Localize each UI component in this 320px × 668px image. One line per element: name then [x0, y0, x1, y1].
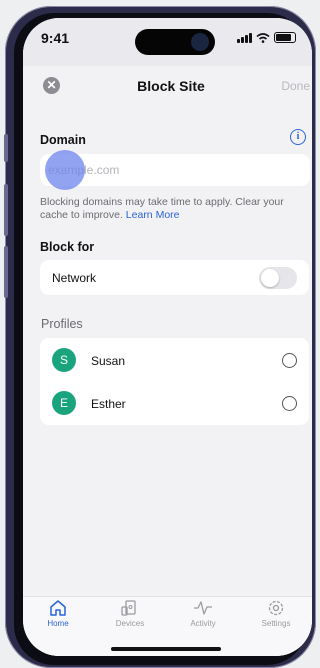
info-icon[interactable]: i — [290, 129, 306, 145]
dynamic-island — [135, 29, 215, 55]
status-icons — [237, 32, 296, 43]
activity-icon — [194, 601, 212, 615]
settings-icon — [268, 600, 284, 616]
network-row: Network — [40, 260, 309, 295]
tab-devices[interactable]: Devices — [100, 599, 160, 628]
profiles-list: S Susan E Esther — [40, 338, 309, 425]
status-bar: 9:41 — [23, 18, 312, 66]
phone-screen: 9:41 ✕ Block Site Done Domain i Blo — [23, 18, 312, 656]
profile-name: Susan — [91, 354, 126, 368]
tab-home[interactable]: Home — [28, 599, 88, 628]
volume-down-button — [4, 246, 8, 298]
home-indicator — [111, 647, 221, 651]
profile-radio[interactable] — [282, 396, 297, 411]
touch-indicator — [45, 150, 85, 190]
camera-icon — [191, 33, 209, 51]
tab-label: Home — [47, 619, 69, 628]
wifi-icon — [256, 33, 270, 43]
tab-label: Activity — [190, 619, 216, 628]
profile-name: Esther — [91, 397, 126, 411]
done-button[interactable]: Done — [281, 79, 310, 93]
domain-helper-text: Blocking domains may take time to apply.… — [40, 196, 302, 222]
block-site-sheet: ✕ Block Site Done Domain i Blocking doma… — [30, 66, 312, 656]
status-time: 9:41 — [41, 30, 70, 46]
devices-icon — [121, 600, 136, 616]
profile-radio[interactable] — [282, 353, 297, 368]
toggle-knob — [261, 269, 279, 287]
tab-settings[interactable]: Settings — [246, 599, 306, 628]
page-title: Block Site — [137, 78, 205, 94]
network-toggle[interactable] — [259, 267, 297, 289]
domain-label: Domain — [40, 133, 86, 147]
tab-label: Settings — [261, 619, 291, 628]
avatar: E — [52, 391, 76, 415]
volume-up-button — [4, 184, 8, 236]
signal-icon — [237, 33, 252, 43]
network-label: Network — [52, 271, 97, 285]
battery-icon — [274, 32, 296, 43]
learn-more-link[interactable]: Learn More — [126, 209, 180, 221]
profiles-label: Profiles — [41, 317, 83, 331]
avatar: S — [52, 348, 76, 372]
mute-switch — [4, 134, 8, 162]
block-for-label: Block for — [40, 240, 95, 254]
home-icon — [50, 600, 66, 616]
tab-activity[interactable]: Activity — [173, 599, 233, 628]
sheet-header: ✕ Block Site Done — [30, 66, 312, 106]
tab-label: Devices — [115, 619, 145, 628]
